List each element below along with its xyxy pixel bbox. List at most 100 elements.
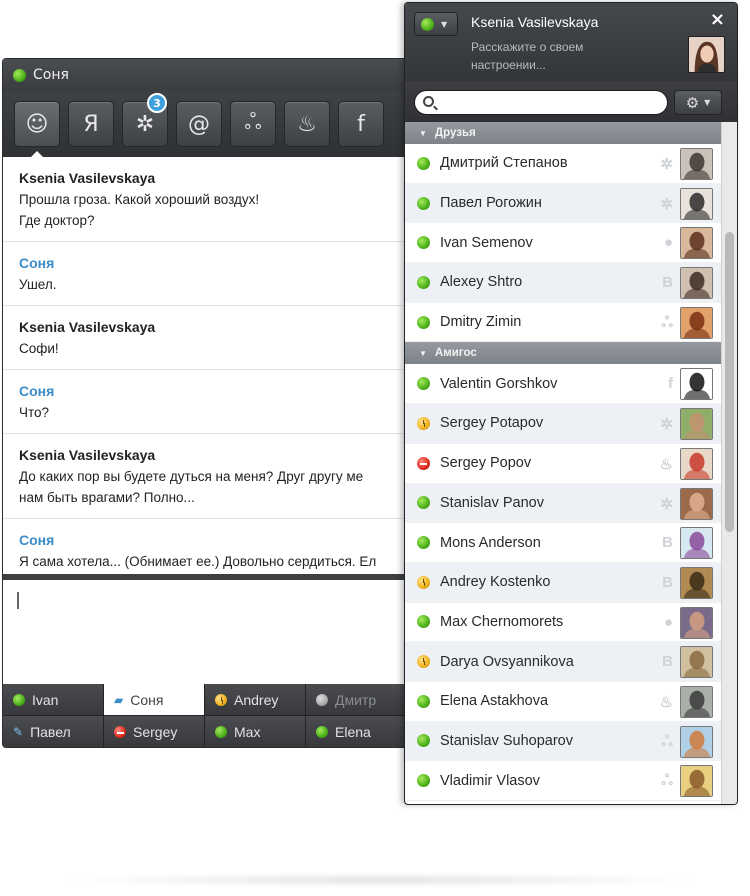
service-button-sparkle[interactable]: ✲ 3 [122, 93, 168, 147]
text-caret [17, 592, 19, 609]
service-button-smile[interactable]: ☺ [14, 101, 60, 147]
chat-tab[interactable]: Дмитр [306, 684, 405, 716]
away-status-icon [417, 575, 430, 589]
contact-name: Ivan Semenov [440, 234, 533, 251]
contact-list-scrollbar[interactable] [721, 122, 737, 804]
search-input[interactable] [441, 94, 661, 112]
group-header[interactable]: ▼ Друзья [405, 122, 721, 144]
online-status-icon [417, 496, 430, 510]
contact-avatar[interactable] [680, 527, 713, 560]
scrollbar-thumb[interactable] [725, 232, 734, 532]
busy-status-icon [417, 456, 430, 470]
online-status-icon [215, 725, 227, 738]
contact-avatar[interactable] [680, 227, 713, 260]
chat-tab[interactable]: Max [205, 716, 306, 747]
search-field[interactable] [414, 90, 668, 115]
message-author: Соня [19, 532, 55, 548]
service-button-facebook[interactable]: f [338, 101, 384, 147]
contact-row[interactable]: Mons Anderson B [405, 523, 721, 563]
contact-list-window: ▼ Ksenia Vasilevskaya Расскажите о своем… [404, 2, 738, 805]
service-button-at[interactable]: @ [176, 101, 222, 147]
gear-icon: ⚙ [685, 93, 700, 112]
message-item: Соня Ушел. [3, 242, 405, 306]
service-toolbar: ☺ Я ✲ 3 @ ஃ ♨ f [3, 91, 405, 157]
contact-avatar[interactable] [680, 267, 713, 300]
contact-avatar[interactable] [680, 685, 713, 718]
away-status-icon [417, 416, 430, 430]
contact-row[interactable]: Stanislav Suhoparov ஃ [405, 721, 721, 762]
service-icon: B [662, 274, 673, 292]
search-icon [423, 96, 434, 107]
contact-name: Stanislav Panov [440, 494, 544, 511]
chat-titlebar[interactable]: Соня [3, 59, 405, 91]
online-status-icon [417, 156, 430, 170]
contact-row[interactable]: Дмитрий Степанов ✲ [405, 144, 721, 184]
online-status-icon [13, 68, 26, 82]
contact-avatar[interactable] [680, 487, 713, 520]
contact-row[interactable]: Dmitry Zimin ஃ [405, 303, 721, 343]
online-status-icon [417, 734, 430, 748]
status-selector-button[interactable]: ▼ [414, 12, 458, 36]
service-button-icq[interactable]: ♨ [284, 101, 330, 147]
message-input[interactable] [3, 580, 405, 684]
settings-button[interactable]: ⚙ ▼ [674, 90, 722, 115]
contact-row[interactable]: Valentin Gorshkov f [405, 364, 721, 405]
contact-row[interactable]: Ivan Semenov ● [405, 223, 721, 264]
contact-row[interactable]: Elena Astakhova ♨ [405, 682, 721, 722]
contact-row[interactable]: Darya Ovsyannikova B [405, 642, 721, 682]
user-status-message[interactable]: Расскажите о своем настроении... [471, 38, 591, 74]
user-avatar[interactable] [688, 36, 725, 73]
contact-avatar[interactable] [680, 306, 713, 339]
contact-avatar[interactable] [680, 368, 713, 401]
service-icon: ஃ [661, 732, 673, 750]
message-author: Ksenia Vasilevskaya [19, 447, 156, 463]
away-status-icon [215, 693, 227, 706]
contact-row[interactable]: Max Chernomorets ● [405, 603, 721, 643]
service-icon: ● [663, 234, 673, 252]
contact-avatar[interactable] [680, 187, 713, 220]
chat-tab-label: Ivan [32, 691, 59, 708]
message-item: Ksenia Vasilevskaya До каких пор вы будет… [3, 434, 405, 519]
chat-tab[interactable]: ▰ Соня [104, 684, 205, 716]
chat-tab[interactable]: Sergey [104, 716, 205, 747]
contact-row[interactable]: Павел Рогожин ✲ [405, 183, 721, 224]
search-bar: ⚙ ▼ [405, 82, 737, 122]
service-button-yandex[interactable]: Я [68, 101, 114, 147]
away-status-icon [417, 655, 430, 669]
contact-avatar[interactable] [680, 606, 713, 639]
contact-name: Павел Рогожин [440, 195, 542, 212]
online-status-icon [417, 275, 430, 289]
chat-tab[interactable]: ✎ Павел [3, 716, 104, 747]
chat-tab[interactable]: Elena [306, 716, 405, 747]
contact-row[interactable]: Sergey Potapov ✲ [405, 404, 721, 444]
service-button-agent[interactable]: ஃ [230, 101, 276, 147]
close-icon[interactable]: × [710, 9, 725, 30]
message-text: Что? [19, 405, 50, 420]
contact-avatar[interactable] [680, 765, 713, 798]
contact-row[interactable]: Andrey Kostenko B [405, 562, 721, 603]
desktop: Соня ☺ Я ✲ 3 @ ஃ ♨ f Ksenia Vasilevskaya Прошла … [0, 0, 750, 896]
contact-name: Sergey Potapov [440, 415, 544, 432]
online-status-icon [316, 725, 328, 738]
service-icon: ♨ [659, 455, 673, 473]
contact-row[interactable]: Alexey Shtro B [405, 263, 721, 303]
chat-window: Соня ☺ Я ✲ 3 @ ஃ ♨ f Ksenia Vasilevskaya Прошла … [2, 58, 406, 748]
contact-row[interactable]: Sergey Popov ♨ [405, 444, 721, 484]
chat-tab[interactable]: Ivan [3, 684, 104, 716]
message-history[interactable]: Ksenia Vasilevskaya Прошла гроза. Какой х… [3, 157, 405, 574]
contact-avatar[interactable] [680, 408, 713, 441]
contact-avatar[interactable] [680, 148, 713, 180]
contact-avatar[interactable] [680, 725, 713, 758]
contact-avatar[interactable] [680, 447, 713, 480]
contact-row[interactable]: Vladimir Vlasov ஃ [405, 761, 721, 801]
contact-avatar[interactable] [680, 566, 713, 599]
pencil-icon: ✎ [13, 724, 24, 739]
message-item: Ksenia Vasilevskaya Прошла гроза. Какой х… [3, 157, 405, 242]
contact-row[interactable]: Stanislav Panov ✲ [405, 483, 721, 524]
group-header[interactable]: ▼ Амигос [405, 342, 721, 365]
contact-avatar[interactable] [680, 646, 713, 679]
at-icon: @ [188, 111, 210, 137]
contact-name: Alexey Shtro [440, 274, 523, 291]
online-status-icon [417, 315, 430, 329]
chat-tab[interactable]: Andrey [205, 684, 306, 716]
